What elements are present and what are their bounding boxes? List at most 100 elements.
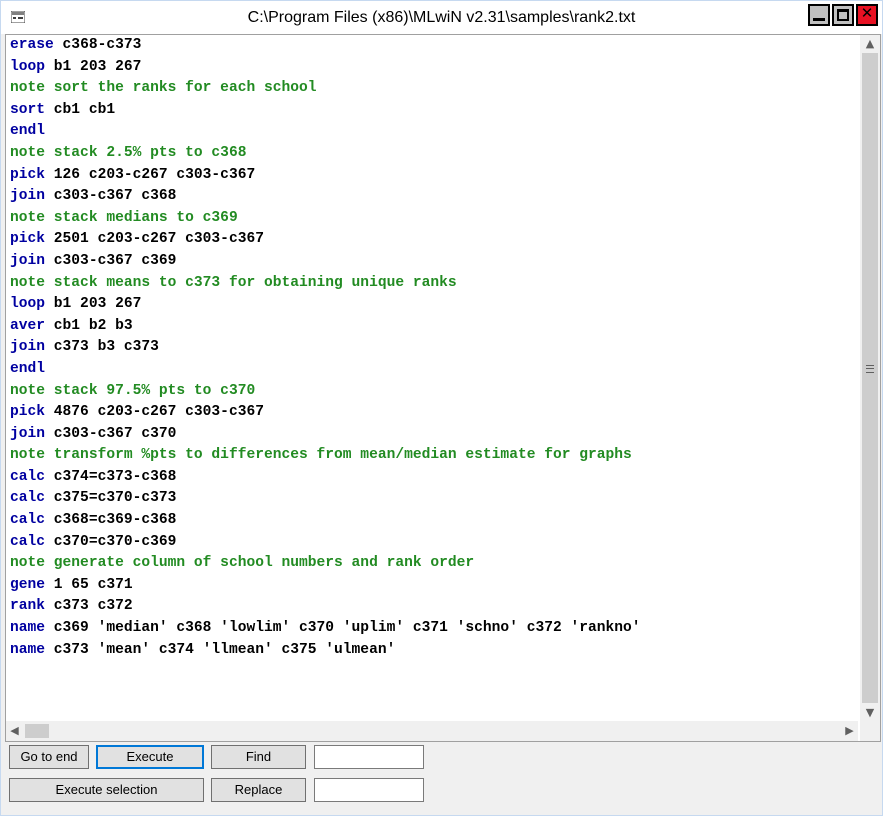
command-keyword: endl [10, 360, 46, 377]
command-arguments: transform %pts to differences from mean/… [45, 447, 632, 464]
replace-button[interactable]: Replace [211, 778, 306, 802]
code-line[interactable]: name c373 'mean' c374 'llmean' c375 'ulm… [6, 640, 858, 662]
command-keyword: erase [10, 37, 54, 53]
code-line[interactable]: pick 126 c203-c267 c303-c367 [6, 165, 858, 187]
macro-text-editor[interactable]: erase c368-c373 loop b1 203 267 note sort … [5, 34, 881, 742]
command-arguments: c373 b3 c373 [45, 339, 159, 356]
vertical-scroll-thumb[interactable] [862, 53, 878, 703]
horizontal-scrollbar[interactable]: ◀ ▶ [6, 721, 858, 741]
macro-editor-window: C:\Program Files (x86)\MLwiN v2.31\sampl… [0, 0, 883, 816]
code-line[interactable]: endl [6, 121, 858, 143]
horizontal-scroll-thumb[interactable] [25, 724, 49, 738]
command-keyword: calc [10, 512, 46, 529]
maximize-icon [837, 9, 849, 21]
code-line[interactable]: note sort the ranks for each school [6, 78, 858, 100]
scroll-down-icon[interactable]: ▼ [860, 704, 880, 721]
minimize-button[interactable] [808, 4, 830, 26]
execute-selection-button[interactable]: Execute selection [9, 778, 204, 802]
code-line[interactable]: pick 4876 c203-c267 c303-c367 [6, 402, 858, 424]
command-keyword: note [10, 209, 46, 226]
command-arguments: c369 'median' c368 'lowlim' c370 'uplim'… [45, 620, 641, 637]
code-line[interactable]: calc c368=c369-c368 [6, 510, 858, 532]
command-keyword: join [10, 339, 46, 356]
command-arguments: stack means to c373 for obtaining unique… [45, 274, 457, 291]
scroll-left-icon[interactable]: ◀ [6, 721, 23, 741]
command-arguments: sort the ranks for each school [45, 80, 317, 97]
command-keyword: rank [10, 598, 46, 615]
command-keyword: note [10, 144, 46, 161]
command-keyword: note [10, 447, 46, 464]
command-arguments: generate column of school numbers and ra… [45, 555, 475, 572]
code-line[interactable]: calc c375=c370-c373 [6, 488, 858, 510]
command-keyword: name [10, 620, 46, 637]
command-arguments: cb1 b2 b3 [45, 317, 133, 334]
close-button[interactable]: ✕ [856, 4, 878, 26]
code-line[interactable]: loop b1 203 267 [6, 57, 858, 79]
replace-input[interactable] [314, 778, 424, 802]
minimize-icon [813, 18, 825, 21]
code-line[interactable]: note stack medians to c369 [6, 208, 858, 230]
command-arguments: 126 c203-c267 c303-c367 [45, 166, 256, 183]
command-arguments: 2501 c203-c267 c303-c367 [45, 231, 264, 248]
scroll-up-icon[interactable]: ▲ [860, 35, 880, 52]
code-line[interactable]: note stack 97.5% pts to c370 [6, 381, 858, 403]
command-arguments: c375=c370-c373 [45, 490, 177, 507]
command-arguments: stack 97.5% pts to c370 [45, 382, 256, 399]
command-keyword: join [10, 425, 46, 442]
command-keyword: loop [10, 58, 46, 75]
code-line[interactable]: note generate column of school numbers a… [6, 553, 858, 575]
code-area[interactable]: erase c368-c373 loop b1 203 267 note sort … [6, 35, 858, 721]
command-arguments: c303-c367 c369 [45, 252, 177, 269]
execute-button[interactable]: Execute [96, 745, 204, 769]
command-keyword: pick [10, 231, 46, 248]
command-keyword: join [10, 188, 46, 205]
title-bar[interactable]: C:\Program Files (x86)\MLwiN v2.31\sampl… [1, 1, 882, 34]
code-line[interactable]: join c373 b3 c373 [6, 337, 858, 359]
find-button[interactable]: Find [211, 745, 306, 769]
command-keyword: join [10, 252, 46, 269]
code-line[interactable]: join c303-c367 c368 [6, 186, 858, 208]
go-to-end-button[interactable]: Go to end [9, 745, 89, 769]
maximize-button[interactable] [832, 4, 854, 26]
code-line[interactable]: loop b1 203 267 [6, 294, 858, 316]
code-line[interactable]: join c303-c367 c370 [6, 424, 858, 446]
command-keyword: sort [10, 101, 46, 118]
find-input[interactable] [314, 745, 424, 769]
command-keyword: note [10, 80, 46, 97]
code-line[interactable]: pick 2501 c203-c267 c303-c367 [6, 229, 858, 251]
command-arguments: c370=c370-c369 [45, 533, 177, 550]
scrollbar-corner [860, 721, 880, 741]
code-line[interactable]: note transform %pts to differences from … [6, 445, 858, 467]
code-line[interactable]: sort cb1 cb1 [6, 100, 858, 122]
command-arguments: c368-c373 [53, 37, 142, 53]
command-arguments: b1 203 267 [45, 296, 142, 313]
code-line[interactable]: endl [6, 359, 858, 381]
code-line[interactable]: gene 1 65 c371 [6, 575, 858, 597]
code-line[interactable]: calc c374=c373-c368 [6, 467, 858, 489]
command-arguments: stack medians to c369 [45, 209, 238, 226]
command-keyword: calc [10, 490, 46, 507]
command-keyword: note [10, 555, 46, 572]
command-arguments: c303-c367 c368 [45, 188, 177, 205]
command-arguments: c368=c369-c368 [45, 512, 177, 529]
scroll-right-icon[interactable]: ▶ [841, 721, 858, 741]
code-line[interactable]: erase c368-c373 [6, 35, 858, 57]
command-arguments: c373 c372 [45, 598, 133, 615]
code-line[interactable]: join c303-c367 c369 [6, 251, 858, 273]
command-arguments: c373 'mean' c374 'llmean' c375 'ulmean' [45, 641, 396, 658]
code-line[interactable]: name c369 'median' c368 'lowlim' c370 'u… [6, 618, 858, 640]
command-arguments: cb1 cb1 [45, 101, 116, 118]
command-arguments: 4876 c203-c267 c303-c367 [45, 404, 264, 421]
code-line[interactable]: rank c373 c372 [6, 596, 858, 618]
command-keyword: note [10, 382, 46, 399]
vertical-scrollbar[interactable]: ▲ ▼ [860, 35, 880, 721]
command-keyword: gene [10, 576, 46, 593]
command-arguments: c374=c373-c368 [45, 468, 177, 485]
code-line[interactable]: calc c370=c370-c369 [6, 532, 858, 554]
code-line[interactable]: note stack 2.5% pts to c368 [6, 143, 858, 165]
code-line[interactable]: aver cb1 b2 b3 [6, 316, 858, 338]
grip-icon [866, 365, 874, 373]
window-controls: ✕ [806, 4, 878, 30]
code-line[interactable]: note stack means to c373 for obtaining u… [6, 273, 858, 295]
close-icon: ✕ [860, 4, 874, 22]
